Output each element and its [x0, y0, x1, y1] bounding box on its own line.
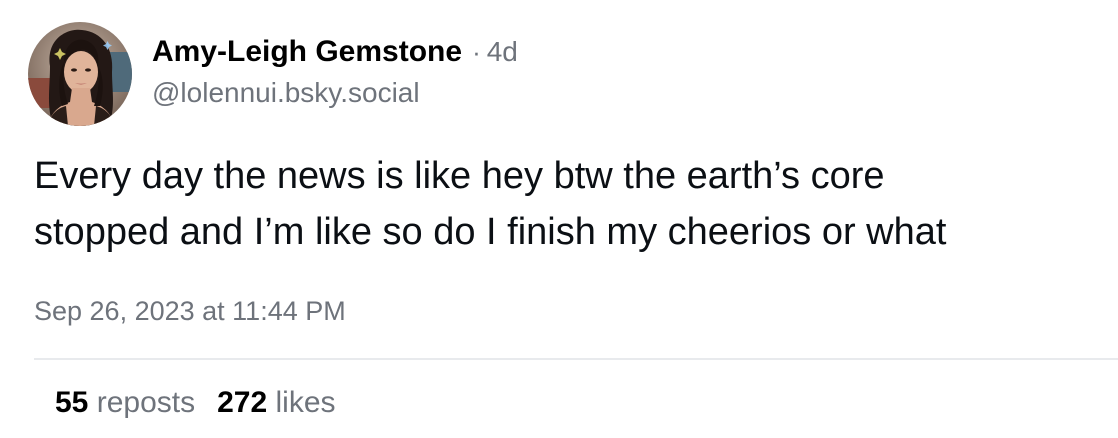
author-display-name[interactable]: Amy-Leigh Gemstone — [152, 35, 462, 68]
post-body-text: Every day the news is like hey btw the e… — [34, 155, 947, 253]
reposts-label: reposts — [96, 386, 196, 419]
post-header: Amy-Leigh Gemstone · 4d @lolennui.bsky.soc… — [152, 34, 518, 110]
post-stats: 55 reposts 272 likes — [55, 384, 358, 422]
avatar-image — [28, 22, 132, 126]
likes-label: likes — [275, 386, 336, 419]
separator-dot: · — [472, 37, 481, 67]
likes-count: 272 — [217, 386, 268, 419]
post-timestamp: Sep 26, 2023 at 11:44 PM — [34, 296, 346, 326]
user-avatar-photo[interactable] — [28, 22, 132, 126]
post-age[interactable]: 4d — [487, 36, 518, 67]
post-container: Amy-Leigh Gemstone · 4d @lolennui.bsky.soc… — [0, 0, 1118, 438]
reposts-stat[interactable]: 55 reposts — [55, 386, 195, 419]
author-handle[interactable]: @lolennui.bsky.social — [152, 76, 518, 110]
likes-stat[interactable]: 272 likes — [217, 386, 335, 419]
reposts-count: 55 — [55, 386, 89, 419]
divider — [34, 358, 1118, 360]
name-line: Amy-Leigh Gemstone · 4d — [152, 34, 518, 70]
